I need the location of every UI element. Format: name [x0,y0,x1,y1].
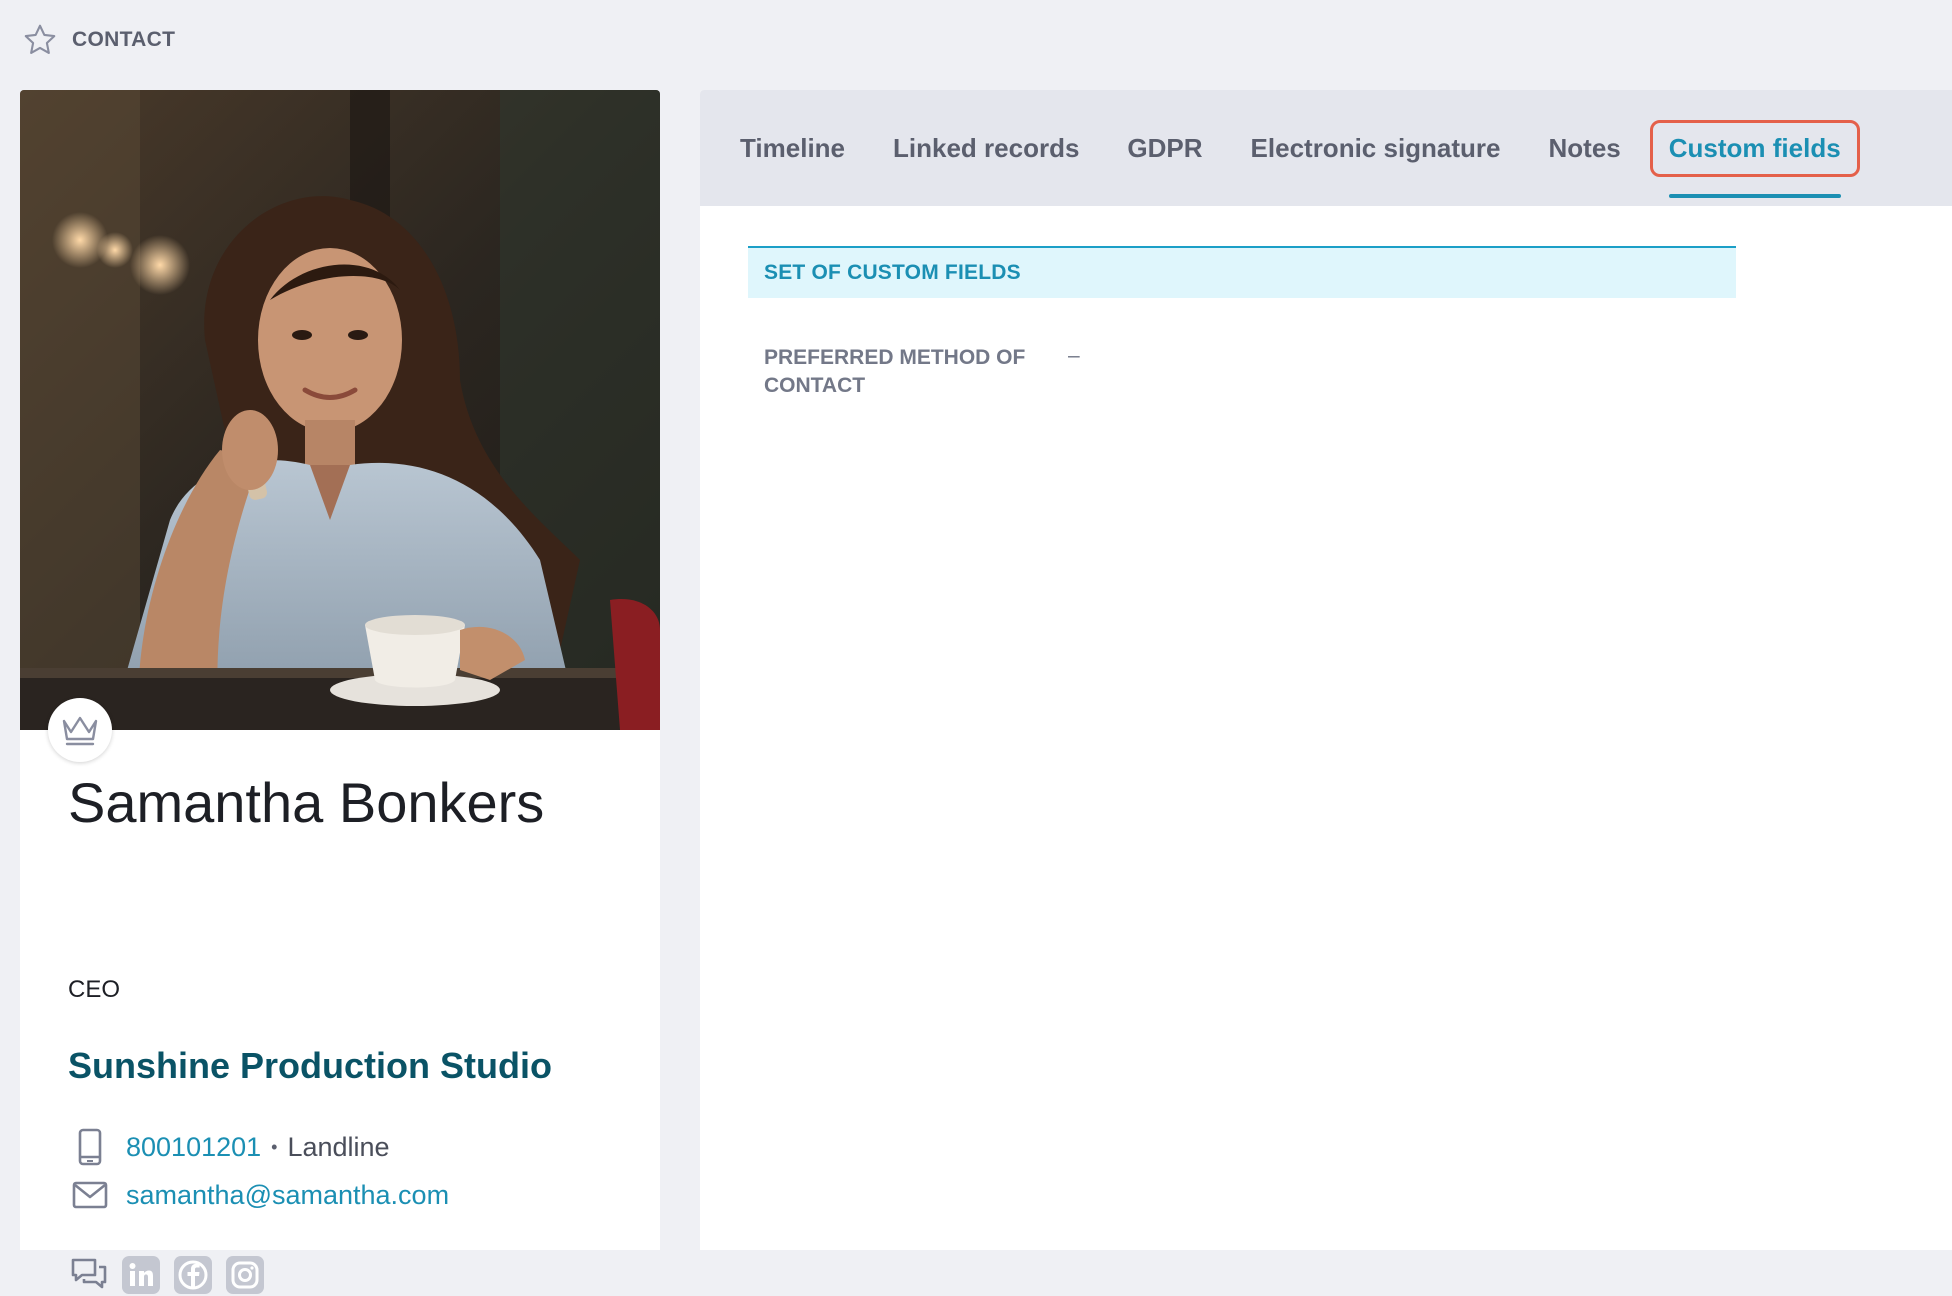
page-header: CONTACT [20,20,175,60]
phone-row: 800101201 • Landline [68,1125,390,1169]
tab-electronic-signature[interactable]: Electronic signature [1251,133,1501,164]
phone-number-link[interactable]: 800101201 [126,1132,261,1163]
page-title: CONTACT [72,28,176,51]
details-panel: Timeline Linked records GDPR Electronic … [700,90,1952,1250]
contact-job-title: CEO [68,976,121,1003]
star-outline-icon[interactable] [20,20,60,60]
tab-gdpr[interactable]: GDPR [1127,133,1202,164]
mobile-phone-icon [68,1125,112,1169]
instagram-icon[interactable] [224,1254,266,1296]
phone-type: Landline [287,1131,390,1162]
email-row: samantha@samantha.com [68,1173,449,1217]
tab-linked-records[interactable]: Linked records [893,133,1079,164]
chat-bubbles-icon[interactable] [68,1254,110,1296]
phone-separator: • [271,1136,278,1157]
tab-bar: Timeline Linked records GDPR Electronic … [700,90,1952,206]
envelope-icon [68,1173,112,1217]
field-label-preferred-method: PREFERRED METHOD OF CONTACT [764,346,1026,397]
tab-custom-fields-label: Custom fields [1668,132,1841,163]
social-links [68,1254,276,1296]
contact-card: Samantha Bonkers CEO Sunshine Production… [20,90,660,1294]
linkedin-icon[interactable] [120,1254,162,1296]
contact-photo [20,90,660,730]
field-value-preferred-method[interactable]: – [1068,344,1080,368]
tab-custom-fields[interactable]: Custom fields [1649,119,1860,198]
contact-name: Samantha Bonkers [68,771,545,834]
custom-fields-section-header: SET OF CUSTOM FIELDS [748,246,1736,298]
email-link[interactable]: samantha@samantha.com [126,1180,449,1211]
contact-company-link[interactable]: Sunshine Production Studio [68,1045,552,1087]
facebook-icon[interactable] [172,1254,214,1296]
tab-notes[interactable]: Notes [1549,133,1621,164]
crown-icon[interactable] [48,698,112,762]
tab-timeline[interactable]: Timeline [740,133,845,164]
active-tab-indicator [1668,193,1841,198]
